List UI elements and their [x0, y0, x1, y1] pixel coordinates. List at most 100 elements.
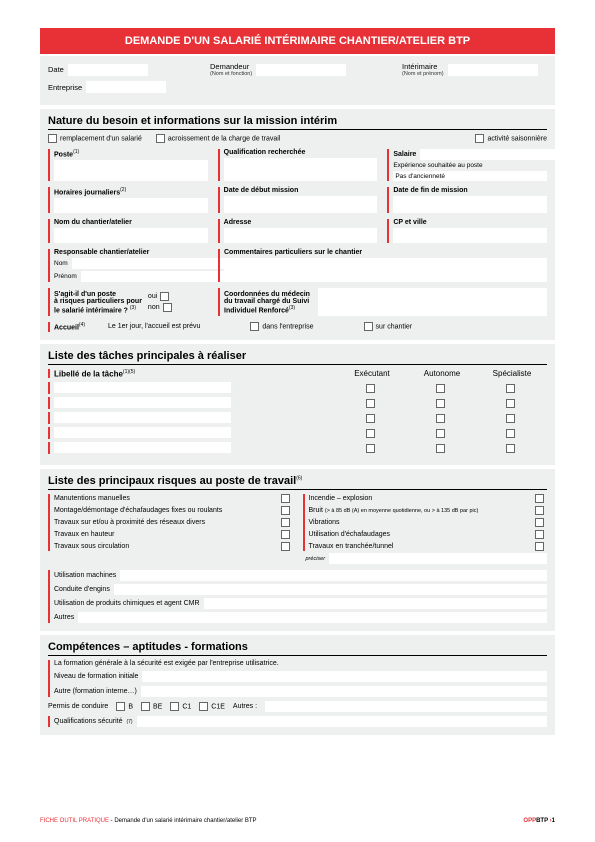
risk-detail-input[interactable] — [114, 584, 547, 595]
col-specialiste: Spécialiste — [477, 369, 547, 379]
chk-risk[interactable] — [281, 506, 290, 515]
risk-label: Autres — [54, 614, 74, 621]
chk-autonome[interactable] — [436, 444, 445, 453]
horaires-input[interactable] — [54, 198, 208, 213]
permis-autres-input[interactable] — [265, 701, 547, 712]
task-input[interactable] — [54, 442, 231, 453]
chk-risk[interactable] — [535, 506, 544, 515]
date-input[interactable] — [68, 64, 148, 76]
chk-executant[interactable] — [366, 384, 375, 393]
chk-executant[interactable] — [366, 429, 375, 438]
risk-item: Utilisation de produits chimiques et age… — [54, 598, 547, 609]
risk-item: Utilisation d'échafaudages — [309, 530, 548, 539]
chantier-input[interactable] — [54, 228, 208, 243]
checkbox-oui[interactable] — [160, 292, 169, 301]
risk-item: Manutentions manuelles — [54, 494, 293, 503]
q1sup: (3) — [130, 305, 136, 311]
permis-label: Permis de conduire — [48, 703, 108, 710]
chk-risk[interactable] — [535, 530, 544, 539]
autre-formation-input[interactable] — [141, 686, 547, 697]
s4-line2: Niveau de formation initiale — [54, 673, 138, 680]
task-input[interactable] — [54, 412, 231, 423]
checkbox-chantier[interactable] — [364, 322, 373, 331]
chk-executant[interactable] — [366, 414, 375, 423]
poste-label: Poste — [54, 151, 73, 158]
footer-opp: OPP — [523, 818, 536, 824]
chk-risk[interactable] — [535, 518, 544, 527]
interimaire-sublabel: (Nom et prénom) — [402, 71, 444, 77]
demandeur-input[interactable] — [256, 64, 346, 76]
footer-left2: - Demande d'un salarié intérimaire chant… — [109, 818, 257, 824]
q1a: S'agit-il d'un poste — [54, 291, 142, 298]
checkbox-remplacement[interactable] — [48, 134, 57, 143]
pC1: C1 — [182, 704, 191, 711]
cp-input[interactable] — [393, 228, 547, 243]
interimaire-input[interactable] — [448, 64, 538, 76]
s4-line1: La formation générale à la sécurité est … — [54, 660, 547, 667]
poste-input[interactable] — [54, 160, 208, 181]
section-nature: Nature du besoin et informations sur la … — [40, 109, 555, 340]
task-input[interactable] — [54, 397, 231, 408]
chk-risk[interactable] — [281, 530, 290, 539]
checkbox-saisonniere[interactable] — [475, 134, 484, 143]
chk-specialiste[interactable] — [506, 384, 515, 393]
chk-risk[interactable] — [281, 542, 290, 551]
chk-risk[interactable] — [535, 494, 544, 503]
chk-autonome[interactable] — [436, 399, 445, 408]
chk-C1E[interactable] — [199, 702, 208, 711]
entreprise-input[interactable] — [86, 81, 166, 93]
task-row — [48, 382, 547, 394]
checkbox-non[interactable] — [163, 303, 172, 312]
chk-B[interactable] — [116, 702, 125, 711]
quals-input[interactable] — [137, 716, 547, 727]
section2-title: Liste des tâches principales à réaliser — [48, 350, 547, 365]
demandeur-sublabel: (Nom et fonction) — [210, 71, 252, 77]
chk-specialiste[interactable] — [506, 414, 515, 423]
quals-label: Qualifications sécurité — [54, 718, 122, 725]
risk-label: Utilisation de produits chimiques et age… — [54, 600, 200, 607]
chk-autonome[interactable] — [436, 429, 445, 438]
chk-executant[interactable] — [366, 444, 375, 453]
risk-detail-input[interactable] — [78, 612, 547, 623]
accueil-label: Accueil — [54, 325, 79, 332]
preciser-input[interactable] — [329, 553, 547, 564]
salaire-input[interactable] — [420, 149, 595, 160]
comm-input[interactable] — [224, 258, 547, 282]
footer-left1: FICHE OUTIL PRATIQUE — [40, 818, 109, 824]
chk-C1[interactable] — [170, 702, 179, 711]
medsup: (3) — [289, 305, 295, 311]
formation-input[interactable] — [142, 671, 547, 682]
risk-label: Conduite d'engins — [54, 586, 110, 593]
qualif-input[interactable] — [224, 158, 378, 181]
checkbox-accroissement[interactable] — [156, 134, 165, 143]
chk-risk[interactable] — [281, 518, 290, 527]
chk-autonome[interactable] — [436, 414, 445, 423]
q1c: le salarié intérimaire ? — [54, 307, 128, 314]
chk-executant[interactable] — [366, 399, 375, 408]
pBE: BE — [153, 704, 162, 711]
pC1E: C1E — [211, 704, 225, 711]
checkbox-entreprise[interactable] — [250, 322, 259, 331]
risk-label: Bruit (> à 85 dB (A) en moyenne quotidie… — [309, 507, 532, 514]
adresse-input[interactable] — [224, 228, 378, 243]
horaires-sup: (2) — [120, 187, 126, 193]
chk-autonome[interactable] — [436, 384, 445, 393]
chk-specialiste[interactable] — [506, 444, 515, 453]
risk-label: Travaux sous circulation — [54, 543, 277, 550]
footer-page: 1 — [552, 818, 555, 824]
risk-item: Vibrations — [309, 518, 548, 527]
task-input[interactable] — [54, 382, 231, 393]
task-input[interactable] — [54, 427, 231, 438]
debut-input[interactable] — [224, 196, 378, 213]
exp-input[interactable] — [393, 171, 547, 181]
chk-specialiste[interactable] — [506, 399, 515, 408]
risk-item: Incendie – explosion — [309, 494, 548, 503]
chk-risk[interactable] — [535, 542, 544, 551]
chk-specialiste[interactable] — [506, 429, 515, 438]
risk-detail-input[interactable] — [120, 570, 547, 581]
med-input[interactable] — [318, 288, 547, 316]
risk-detail-input[interactable] — [204, 598, 547, 609]
fin-input[interactable] — [393, 196, 547, 213]
chk-BE[interactable] — [141, 702, 150, 711]
chk-risk[interactable] — [281, 494, 290, 503]
